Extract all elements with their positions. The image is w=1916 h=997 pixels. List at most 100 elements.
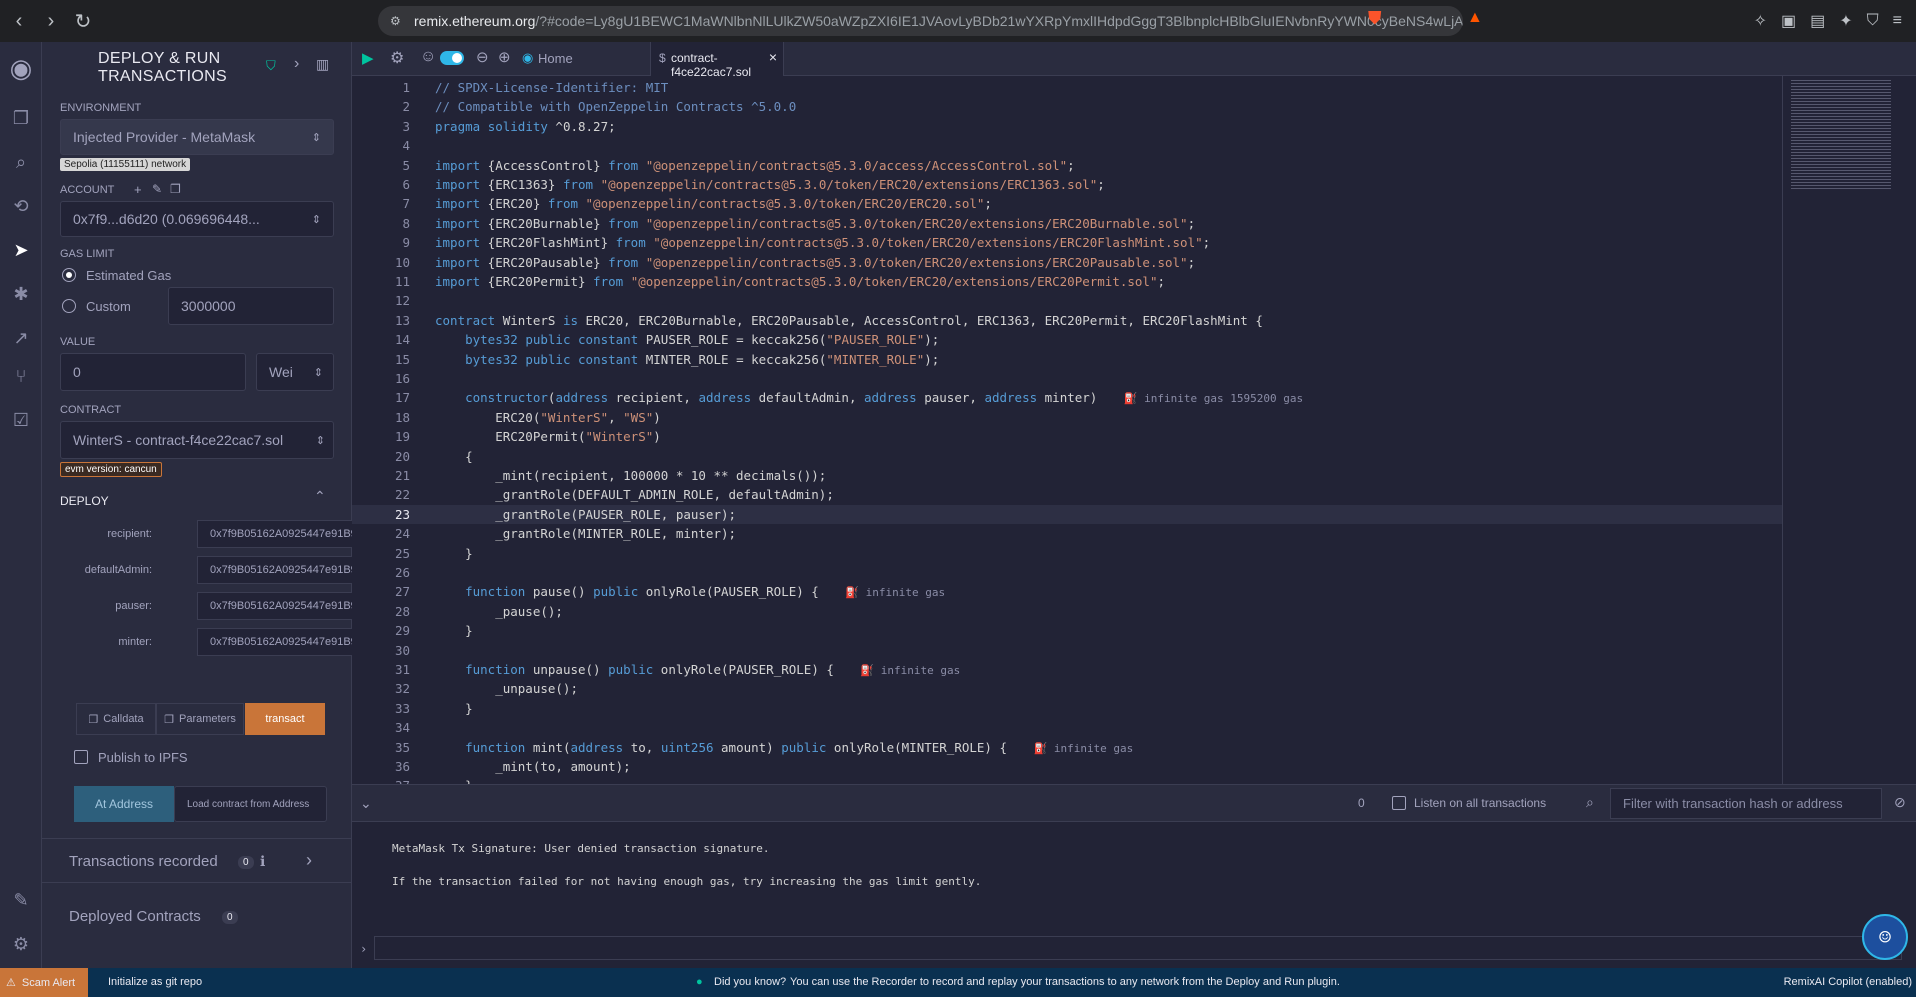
code-line[interactable]: 5 import {AccessControl} from "@openzeppe… bbox=[352, 156, 1782, 175]
code-line[interactable]: 37 } bbox=[352, 776, 1782, 784]
value-unit-select[interactable]: Wei ⇕ bbox=[256, 353, 334, 391]
testing-icon[interactable]: ☑ bbox=[9, 408, 33, 432]
code-line[interactable]: 14 bytes32 public constant PAUSER_ROLE =… bbox=[352, 330, 1782, 349]
ai-bot-icon[interactable]: ☺ bbox=[420, 48, 436, 66]
code-line[interactable]: 22 _grantRole(DEFAULT_ADMIN_ROLE, defaul… bbox=[352, 485, 1782, 504]
info-icon[interactable]: ℹ bbox=[260, 853, 265, 870]
collapse-deploy-icon[interactable]: ⌃ bbox=[314, 488, 326, 505]
parameters-button[interactable]: ❐ Parameters bbox=[156, 703, 244, 735]
estimated-gas-radio[interactable] bbox=[62, 268, 76, 282]
calldata-button[interactable]: ❐ Calldata bbox=[76, 703, 156, 735]
listen-all-checkbox[interactable] bbox=[1392, 796, 1406, 810]
account-select[interactable]: 0x7f9...d6d20 (0.069696448... ⇕ bbox=[60, 201, 334, 237]
code-line[interactable]: 12 bbox=[352, 291, 1782, 310]
wallet-icon[interactable]: ▤ bbox=[1810, 11, 1825, 31]
code-line[interactable]: 26 bbox=[352, 563, 1782, 582]
reload-icon[interactable]: ↻ bbox=[70, 8, 96, 34]
site-info-icon[interactable]: ⚙ bbox=[390, 14, 401, 28]
chevron-right-icon[interactable]: › bbox=[294, 55, 299, 73]
value-input[interactable]: 0 bbox=[60, 353, 246, 391]
code-line[interactable]: 25 } bbox=[352, 544, 1782, 563]
code-line[interactable]: 20 { bbox=[352, 447, 1782, 466]
chevron-right-icon[interactable]: › bbox=[306, 850, 312, 871]
scam-alert-button[interactable]: ⚠ Scam Alert bbox=[0, 968, 88, 997]
ai-assistant-icon[interactable]: ☺ bbox=[1862, 914, 1908, 960]
code-line[interactable]: 30 bbox=[352, 641, 1782, 660]
deploy-run-icon[interactable]: ➤ bbox=[9, 238, 33, 262]
code-line[interactable]: 7 import {ERC20} from "@openzeppelin/cont… bbox=[352, 194, 1782, 213]
code-line[interactable]: 16 bbox=[352, 369, 1782, 388]
debugger-icon[interactable]: ✱ bbox=[9, 282, 33, 306]
code-editor[interactable]: 1 // SPDX-License-Identifier: MIT 2 // Comp… bbox=[352, 76, 1782, 784]
close-icon[interactable]: × bbox=[769, 49, 777, 65]
tab-contract-file[interactable]: $ contract-f4ce22cac7.sol × bbox=[650, 42, 784, 79]
tx-filter-input[interactable]: Filter with transaction hash or address bbox=[1610, 788, 1882, 819]
code-line[interactable]: 3 pragma solidity ^0.8.27; bbox=[352, 117, 1782, 136]
environment-select[interactable]: Injected Provider - MetaMask ⇕ bbox=[60, 119, 334, 155]
ai-toggle[interactable] bbox=[440, 51, 464, 65]
code-line[interactable]: 4 bbox=[352, 136, 1782, 155]
code-line[interactable]: 27 function pause() public onlyRole(PAUS… bbox=[352, 582, 1782, 601]
code-line[interactable]: 19 ERC20Permit("WinterS") bbox=[352, 427, 1782, 446]
code-line[interactable]: 31 function unpause() public onlyRole(PA… bbox=[352, 660, 1782, 679]
code-line[interactable]: 13 contract WinterS is ERC20, ERC20Burnab… bbox=[352, 311, 1782, 330]
menu-icon[interactable]: ≡ bbox=[1893, 12, 1902, 30]
code-line[interactable]: 17 constructor(address recipient, addres… bbox=[352, 388, 1782, 407]
code-line[interactable]: 28 _pause(); bbox=[352, 602, 1782, 621]
code-line[interactable]: 33 } bbox=[352, 699, 1782, 718]
brave-rewards-icon[interactable]: ▲ bbox=[1467, 9, 1483, 27]
zoom-in-icon[interactable]: ⊕ bbox=[498, 48, 511, 66]
toggle-panel-icon[interactable]: ▥ bbox=[316, 56, 329, 73]
file-explorer-icon[interactable]: ❐ bbox=[9, 106, 33, 130]
publish-ipfs-checkbox[interactable] bbox=[74, 750, 88, 764]
vpn-icon[interactable]: ⛉ bbox=[1867, 12, 1879, 30]
code-line[interactable]: 29 } bbox=[352, 621, 1782, 640]
code-line[interactable]: 9 import {ERC20FlashMint} from "@openzepp… bbox=[352, 233, 1782, 252]
back-icon[interactable]: ‹ bbox=[6, 8, 32, 34]
search-icon[interactable]: ⌕ bbox=[9, 150, 33, 174]
address-bar[interactable]: ⚙ remix.ethereum.org/?#code=Ly8gU1BEWC1M… bbox=[378, 6, 1463, 36]
leo-ai-icon[interactable]: ✦ bbox=[1839, 11, 1852, 31]
arg-input-pauser[interactable]: 0x7f9B05162A0925447e91B9... bbox=[197, 592, 369, 620]
clear-console-icon[interactable]: ⊘ bbox=[1894, 794, 1906, 811]
transactions-recorded-label[interactable]: Transactions recorded bbox=[69, 853, 218, 870]
tab-home[interactable]: Home bbox=[538, 51, 573, 66]
copy-icon[interactable]: ❐ bbox=[170, 182, 181, 196]
arg-input-default-admin[interactable]: 0x7f9B05162A0925447e91B9... bbox=[197, 556, 369, 584]
code-line[interactable]: 1 // SPDX-License-Identifier: MIT bbox=[352, 78, 1782, 97]
remix-logo-icon[interactable]: ◉ bbox=[5, 52, 37, 84]
code-line[interactable]: 34 bbox=[352, 718, 1782, 737]
edit-icon[interactable]: ✎ bbox=[152, 182, 162, 196]
code-line[interactable]: 11 import {ERC20Permit} from "@openzeppel… bbox=[352, 272, 1782, 291]
analytics-icon[interactable]: ↗ bbox=[9, 326, 33, 350]
minimap[interactable] bbox=[1782, 76, 1916, 784]
solidity-compiler-icon[interactable]: ⟲ bbox=[9, 194, 33, 218]
code-line[interactable]: 36 _mint(to, amount); bbox=[352, 757, 1782, 776]
add-account-icon[interactable]: + bbox=[134, 182, 142, 197]
code-line[interactable]: 21 _mint(recipient, 100000 * 10 ** decim… bbox=[352, 466, 1782, 485]
code-line[interactable]: 32 _unpause(); bbox=[352, 679, 1782, 698]
arg-input-minter[interactable]: 0x7f9B05162A0925447e91B9... bbox=[197, 628, 369, 656]
extensions-icon[interactable]: ✧ bbox=[1754, 11, 1767, 31]
code-line[interactable]: 23 _grantRole(PAUSER_ROLE, pauser); bbox=[352, 504, 1782, 524]
code-line[interactable]: 24 _grantRole(MINTER_ROLE, minter); bbox=[352, 524, 1782, 543]
arg-input-recipient[interactable]: 0x7f9B05162A0925447e91B9... bbox=[197, 520, 369, 548]
collapse-terminal-icon[interactable]: ⌄ bbox=[360, 795, 372, 812]
transact-button[interactable]: transact bbox=[245, 703, 325, 735]
plugin-manager-icon[interactable]: ✎ bbox=[9, 888, 33, 912]
code-line[interactable]: 2 // Compatible with OpenZeppelin Contrac… bbox=[352, 97, 1782, 116]
brave-shield-icon[interactable]: ⛊ bbox=[1368, 8, 1382, 29]
forward-icon[interactable]: › bbox=[38, 8, 64, 34]
sidebar-icon[interactable]: ▣ bbox=[1781, 11, 1796, 31]
copilot-status[interactable]: RemixAI Copilot (enabled) bbox=[1784, 976, 1912, 988]
at-address-button[interactable]: At Address bbox=[74, 786, 174, 822]
code-line[interactable]: 10 import {ERC20Pausable} from "@openzepp… bbox=[352, 253, 1782, 272]
custom-gas-radio[interactable] bbox=[62, 299, 76, 313]
run-script-icon[interactable]: ▶ bbox=[362, 49, 374, 67]
console-input[interactable] bbox=[374, 936, 1902, 960]
code-line[interactable]: 8 import {ERC20Burnable} from "@openzeppe… bbox=[352, 214, 1782, 233]
settings-icon[interactable]: ⚙ bbox=[9, 932, 33, 956]
code-line[interactable]: 35 function mint(address to, uint256 amo… bbox=[352, 738, 1782, 757]
code-line[interactable]: 18 ERC20("WinterS", "WS") bbox=[352, 408, 1782, 427]
zoom-out-icon[interactable]: ⊖ bbox=[476, 48, 489, 66]
